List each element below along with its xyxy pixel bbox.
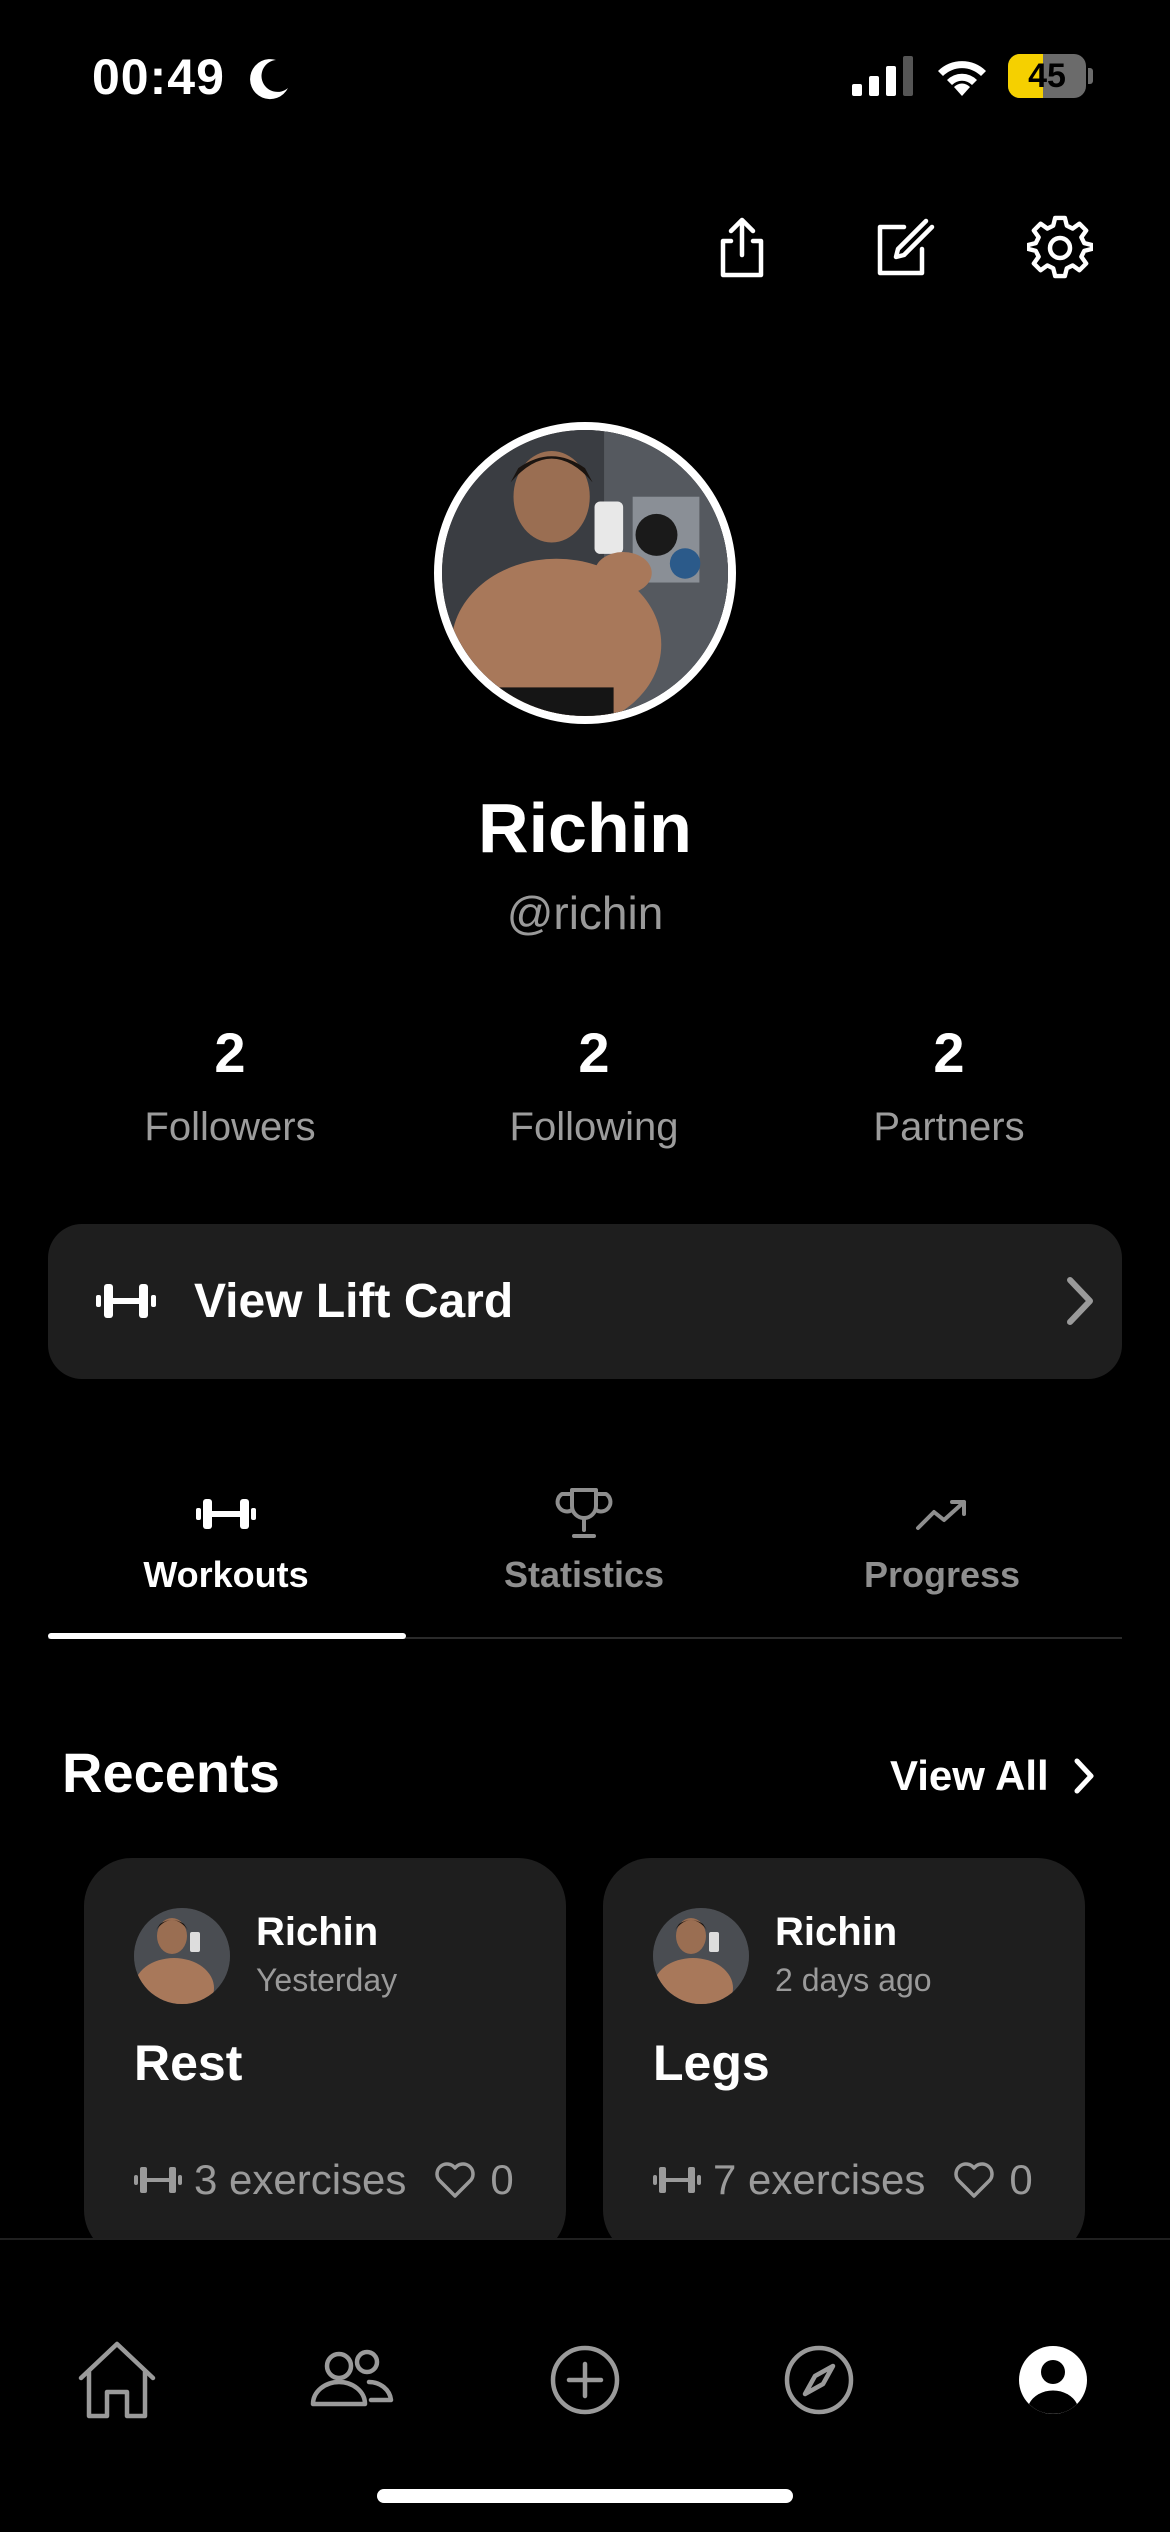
trend-up-icon — [916, 1500, 966, 1530]
nav-profile[interactable] — [1005, 2332, 1101, 2428]
view-lift-card-button[interactable]: View Lift Card — [48, 1224, 1122, 1379]
edit-profile-button[interactable] — [863, 208, 943, 288]
card-time: 2 days ago — [775, 1962, 932, 1998]
card-author: Richin — [256, 1910, 379, 1954]
profile-name: Richin — [478, 789, 692, 867]
followers-count: 2 — [214, 1021, 246, 1084]
workout-card[interactable]: Richin Yesterday Rest 3 exercises 0 — [84, 1858, 566, 2258]
tab-workouts-label: Workouts — [143, 1554, 309, 1595]
tab-workouts[interactable]: Workouts — [48, 1486, 404, 1636]
status-time: 00:49 — [92, 49, 225, 105]
card-author: Richin — [775, 1910, 898, 1954]
following-stat[interactable]: 2 Following — [444, 1018, 744, 1162]
share-icon — [720, 217, 764, 278]
like-count: 0 — [490, 2156, 514, 2203]
view-all-label: View All — [890, 1752, 1049, 1799]
avatar-photo — [442, 430, 728, 716]
nav-add[interactable] — [537, 2332, 633, 2428]
tab-progress-label: Progress — [863, 1554, 1021, 1595]
nav-home[interactable] — [69, 2332, 165, 2428]
gear-icon — [1027, 215, 1093, 279]
card-meta: 7 exercises 0 — [653, 2156, 1033, 2204]
nav-explore[interactable] — [771, 2332, 867, 2428]
dumbbell-icon — [653, 2167, 701, 2193]
moon-icon — [250, 59, 288, 100]
card-time: Yesterday — [256, 1962, 398, 1998]
signal-icon — [852, 56, 913, 96]
profile-icon — [1019, 2346, 1087, 2414]
following-label: Following — [509, 1105, 679, 1149]
trophy-icon — [555, 1488, 613, 1538]
view-all-button[interactable]: View All — [890, 1746, 1097, 1806]
exercise-count: 3 exercises — [194, 2156, 407, 2203]
partners-count: 2 — [933, 1021, 965, 1084]
avatar — [653, 1908, 749, 2004]
chevron-right-icon — [1067, 1277, 1093, 1325]
partners-label: Partners — [873, 1105, 1025, 1149]
battery-percent: 45 — [1028, 57, 1066, 95]
heart-icon[interactable] — [953, 2161, 995, 2199]
card-title: Rest — [134, 2035, 243, 2091]
add-circle-icon — [550, 2345, 620, 2415]
followers-stat[interactable]: 2 Followers — [80, 1018, 380, 1162]
avatar — [134, 1908, 230, 2004]
share-button[interactable] — [702, 208, 782, 288]
battery-icon: 45 — [1008, 54, 1093, 98]
like-count: 0 — [1009, 2156, 1033, 2203]
profile-handle: @richin — [506, 887, 664, 939]
edit-icon — [877, 218, 935, 276]
exercise-count: 7 exercises — [713, 2156, 926, 2203]
wifi-icon — [938, 61, 986, 96]
recents-title: Recents — [62, 1741, 280, 1804]
heart-icon[interactable] — [434, 2161, 476, 2199]
home-icon — [78, 2341, 156, 2419]
bottom-nav — [0, 2238, 1170, 2532]
tab-statistics[interactable]: Statistics — [406, 1486, 762, 1636]
view-lift-card-label: View Lift Card — [194, 1275, 514, 1328]
workout-card[interactable]: Richin 2 days ago Legs 7 exercises 0 — [603, 1858, 1085, 2258]
settings-button[interactable] — [1020, 208, 1100, 288]
dumbbell-icon — [96, 1284, 156, 1318]
tab-indicator — [48, 1633, 406, 1639]
following-count: 2 — [578, 1021, 610, 1084]
card-title: Legs — [653, 2035, 770, 2091]
partners-stat[interactable]: 2 Partners — [799, 1018, 1099, 1162]
status-bar: 00:49 45 — [0, 0, 1170, 150]
profile-avatar[interactable] — [434, 422, 736, 724]
chevron-right-icon — [1074, 1758, 1094, 1794]
tab-statistics-label: Statistics — [503, 1554, 665, 1595]
tab-progress[interactable]: Progress — [764, 1486, 1120, 1636]
home-indicator — [377, 2489, 793, 2503]
people-icon — [310, 2349, 394, 2407]
dumbbell-icon — [196, 1499, 256, 1529]
nav-friends[interactable] — [303, 2332, 399, 2428]
compass-icon — [784, 2345, 854, 2415]
card-meta: 3 exercises 0 — [134, 2156, 514, 2204]
followers-label: Followers — [144, 1105, 316, 1149]
dumbbell-icon — [134, 2167, 182, 2193]
